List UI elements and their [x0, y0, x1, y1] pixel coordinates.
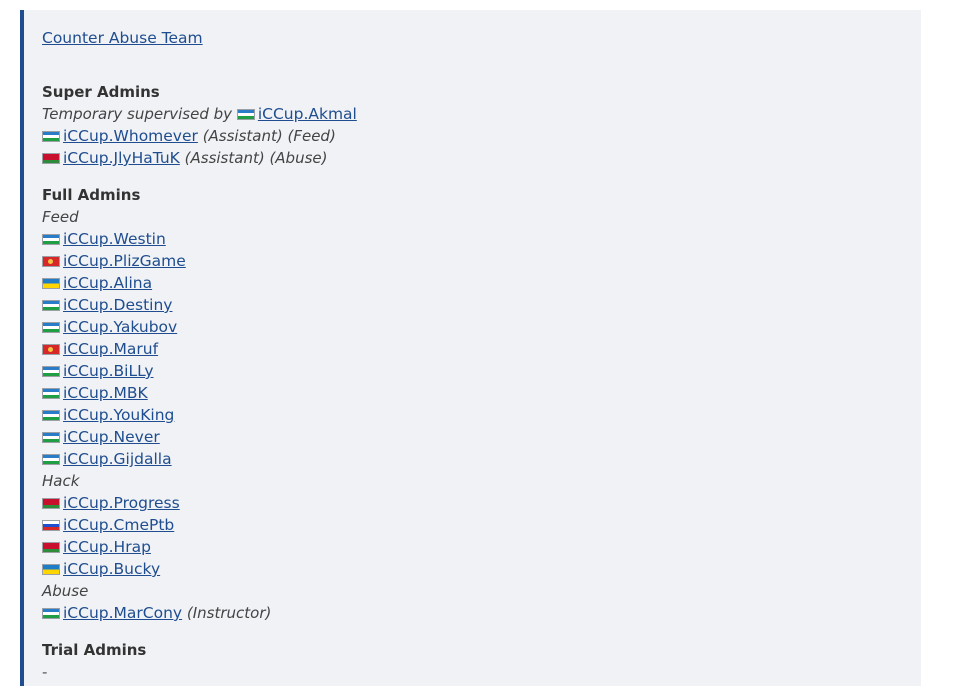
player-link[interactable]: iCCup.PlizGame	[63, 252, 186, 270]
uzbekistan-flag-icon	[42, 234, 60, 245]
uzbekistan-flag-icon	[236, 109, 255, 120]
player-link[interactable]: iCCup.Westin	[63, 230, 166, 248]
player-link[interactable]: iCCup.Maruf	[63, 340, 158, 358]
belarus-flag-icon	[42, 542, 60, 553]
uzbekistan-flag-icon	[42, 366, 60, 377]
uzbekistan-flag-icon	[42, 322, 60, 333]
player-link[interactable]: iCCup.MarCony	[63, 604, 182, 622]
player-link-whomever[interactable]: iCCup.Whomever	[63, 127, 198, 145]
player-link[interactable]: iCCup.Destiny	[63, 296, 172, 314]
uzbekistan-flag-icon	[42, 608, 60, 619]
player-link-jlyhatuk[interactable]: iCCup.JlyHaTuK	[63, 149, 180, 167]
super-admins-heading: Super Admins	[42, 83, 160, 101]
group-label-feed: Feed	[42, 208, 79, 226]
player-link[interactable]: iCCup.Never	[63, 428, 160, 446]
uzbekistan-flag-icon	[42, 454, 60, 465]
player-link[interactable]: iCCup.Hrap	[63, 538, 151, 556]
team-title-link[interactable]: Counter Abuse Team	[42, 29, 203, 47]
russia-flag-icon	[42, 520, 60, 531]
player-link[interactable]: iCCup.Yakubov	[63, 318, 177, 336]
uzbekistan-flag-icon	[42, 432, 60, 443]
team-panel: Counter Abuse Team Super Admins Temporar…	[20, 10, 921, 686]
player-link-akmal[interactable]: iCCup.Akmal	[258, 105, 357, 123]
role-note: (Assistant) (Abuse)	[184, 149, 328, 167]
group-label-abuse: Abuse	[42, 582, 89, 600]
player-link[interactable]: iCCup.Progress	[63, 494, 180, 512]
uzbekistan-flag-icon	[42, 410, 60, 421]
group-label-hack: Hack	[42, 472, 80, 490]
belarus-flag-icon	[42, 498, 60, 509]
uzbekistan-flag-icon	[42, 131, 60, 142]
trial-admins-heading: Trial Admins	[42, 641, 147, 659]
role-note: (Assistant) (Feed)	[202, 127, 336, 145]
supervised-line: Temporary supervised by iCCup.Akmal	[42, 103, 911, 125]
player-link[interactable]: iCCup.YouKing	[63, 406, 174, 424]
player-link[interactable]: iCCup.BiLLy	[63, 362, 154, 380]
super-admin-row: iCCup.Whomever (Assistant) (Feed)	[42, 125, 911, 147]
player-link[interactable]: iCCup.Bucky	[63, 560, 160, 578]
player-link[interactable]: iCCup.CmePtb	[63, 516, 174, 534]
player-link[interactable]: iCCup.Gijdalla	[63, 450, 172, 468]
supervised-prefix: Temporary supervised by	[42, 105, 233, 123]
team-content: Counter Abuse Team Super Admins Temporar…	[42, 27, 911, 683]
full-admins-heading: Full Admins	[42, 186, 141, 204]
ukraine-flag-icon	[42, 564, 60, 575]
player-link[interactable]: iCCup.MBK	[63, 384, 148, 402]
uzbekistan-flag-icon	[42, 300, 60, 311]
belarus-flag-icon	[42, 153, 60, 164]
trial-admins-value: -	[42, 663, 48, 681]
ukraine-flag-icon	[42, 278, 60, 289]
super-admin-row: iCCup.JlyHaTuK (Assistant) (Abuse)	[42, 147, 911, 169]
kyrgyzstan-flag-icon	[42, 256, 60, 267]
kyrgyzstan-flag-icon	[42, 344, 60, 355]
uzbekistan-flag-icon	[42, 388, 60, 399]
player-link[interactable]: iCCup.Alina	[63, 274, 152, 292]
role-note: (Instructor)	[186, 604, 272, 622]
